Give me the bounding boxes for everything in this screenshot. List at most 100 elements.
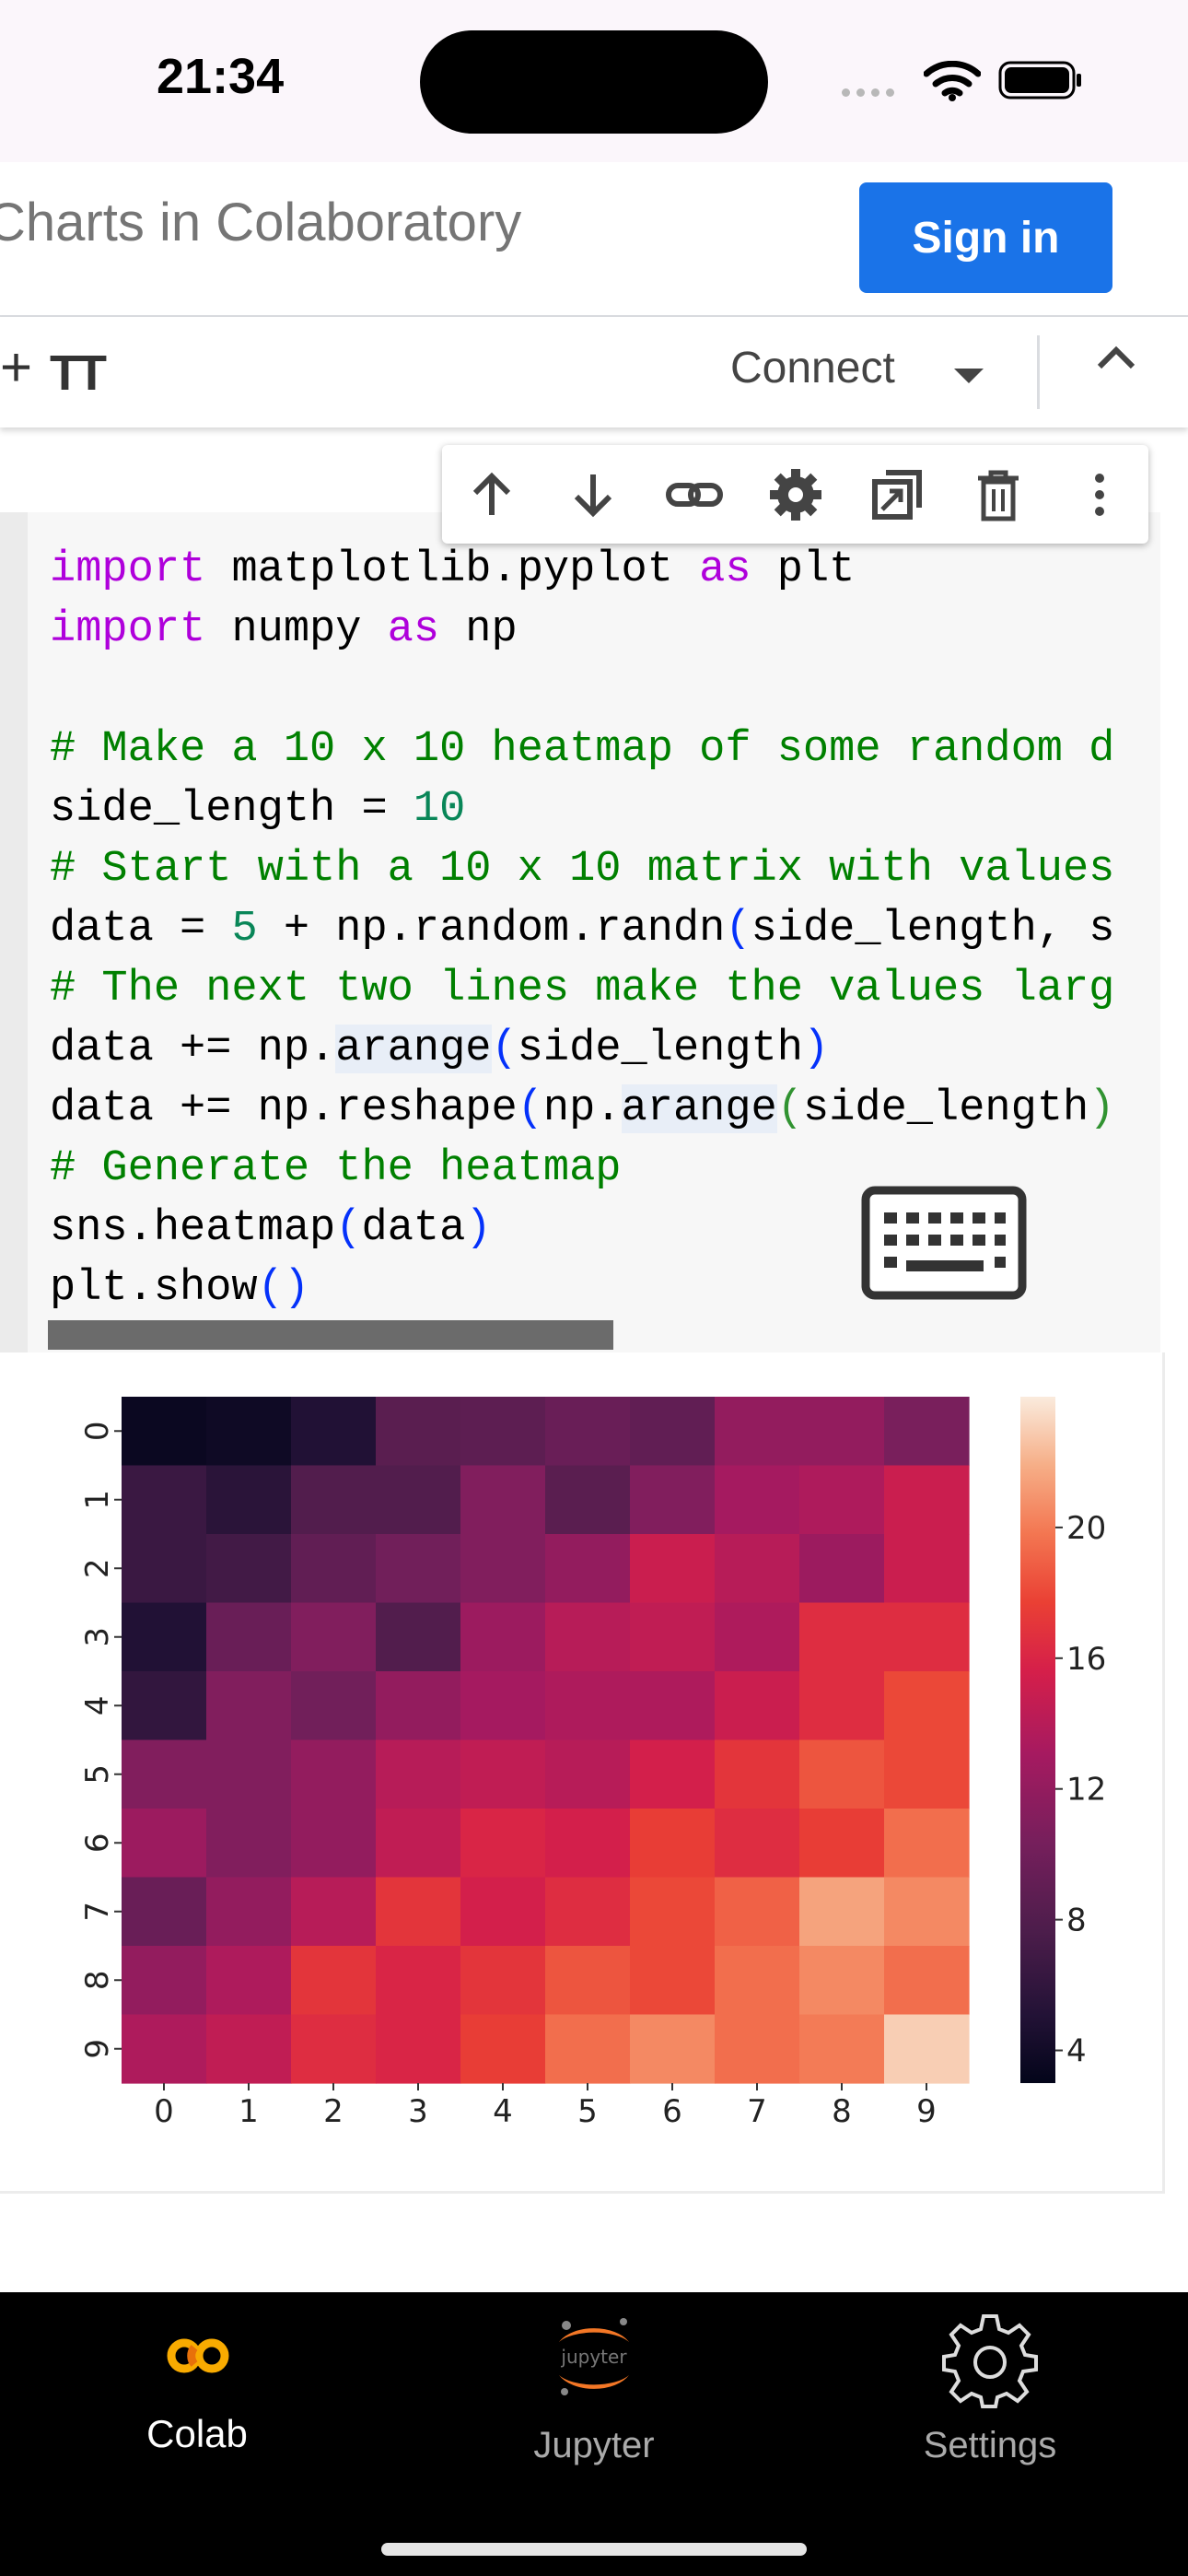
heatmap-cell <box>460 1534 546 1604</box>
keyboard-icon[interactable] <box>860 1185 1028 1301</box>
y-tick-label: 2 <box>79 1558 116 1578</box>
heatmap-cell <box>291 2014 377 2084</box>
heatmap-cell <box>799 1534 885 1604</box>
heatmap-cell <box>122 1946 207 2016</box>
sign-in-button[interactable]: Sign in <box>859 182 1112 293</box>
heatmap-cell <box>291 1671 377 1741</box>
chevron-up-icon[interactable] <box>1096 343 1136 370</box>
heatmap-cell <box>376 2014 461 2084</box>
move-down-icon[interactable] <box>564 465 623 524</box>
colorbar-tick-label: 16 <box>1066 1641 1106 1678</box>
code-line-7: data = 5 + np.random.randn(side_length, … <box>50 905 1115 954</box>
x-tick-label: 4 <box>493 2093 513 2130</box>
heatmap-cell <box>799 1877 885 1947</box>
heatmap-cell <box>545 1534 631 1604</box>
heatmap-cell <box>291 1602 377 1672</box>
heatmap-cell <box>884 1946 970 2016</box>
more-vert-icon[interactable] <box>1070 465 1129 524</box>
heatmap-cell <box>206 1602 292 1672</box>
heatmap-cell <box>545 2014 631 2084</box>
heatmap-cell <box>884 1877 970 1947</box>
heatmap-cell <box>545 1671 631 1741</box>
code-line-11: # Generate the heatmap <box>50 1144 622 1193</box>
heatmap-cell <box>545 1946 631 2016</box>
move-up-icon[interactable] <box>462 465 521 524</box>
heatmap-cell <box>630 1602 716 1672</box>
nav-label-colab: Colab <box>146 2412 248 2455</box>
heatmap-cell <box>122 1534 207 1604</box>
heatmap-cell <box>291 1946 377 2016</box>
heatmap-cell <box>122 1739 207 1809</box>
gear-icon[interactable] <box>766 465 825 524</box>
nav-item-settings[interactable]: Settings <box>852 2292 1128 2513</box>
heatmap-cell <box>799 1739 885 1809</box>
cell-toolbar <box>442 445 1148 544</box>
bottom-navigation: Colab jupyter Jupyter Settings <box>0 2292 1188 2576</box>
text-format-button[interactable]: TT <box>50 345 107 402</box>
heatmap-cell <box>460 1397 546 1467</box>
heatmap-cell <box>291 1739 377 1809</box>
nav-item-jupyter[interactable]: jupyter Jupyter <box>456 2292 732 2513</box>
cell-output: 0123456789 0123456789 20 16 12 8 4 <box>0 1352 1165 2194</box>
heatmap-cell <box>460 1809 546 1879</box>
heatmap-cell <box>715 1739 800 1809</box>
heatmap-cell <box>884 1809 970 1879</box>
x-tick-label: 1 <box>239 2093 259 2130</box>
heatmap-cell <box>291 1465 377 1535</box>
notebook-toolbar: + TT Connect <box>0 317 1188 427</box>
heatmap-cell <box>715 1877 800 1947</box>
code-line-5: side_length = 10 <box>50 785 466 834</box>
heatmap-cell <box>799 1465 885 1535</box>
connect-button[interactable]: Connect <box>730 343 895 393</box>
heatmap-cell <box>376 1877 461 1947</box>
horizontal-scrollbar[interactable] <box>48 1320 613 1350</box>
y-tick-label: 8 <box>79 1970 116 1990</box>
heatmap-cell <box>206 1671 292 1741</box>
heatmap-cell <box>376 1739 461 1809</box>
jupyter-logo-text: jupyter <box>560 2346 627 2368</box>
nav-item-colab[interactable]: Colab <box>59 2292 335 2513</box>
heatmap-cell <box>206 1534 292 1604</box>
heatmap-cell <box>376 1534 461 1604</box>
heatmap-chart: 0123456789 0123456789 20161284 <box>79 1397 1106 2130</box>
heatmap-cell <box>799 1946 885 2016</box>
y-tick-label: 9 <box>79 2039 116 2059</box>
heatmap-cell <box>376 1397 461 1467</box>
y-tick-label: 7 <box>79 1902 116 1922</box>
code-line-12: sns.heatmap(data) <box>50 1204 492 1253</box>
heatmap-cell <box>630 2014 716 2084</box>
heatmap-cell <box>460 1465 546 1535</box>
dynamic-island <box>420 30 768 134</box>
link-icon[interactable] <box>665 465 724 524</box>
heatmap-cell <box>715 1809 800 1879</box>
colorbar-tick-label: 8 <box>1066 1903 1087 1939</box>
battery-icon <box>998 61 1081 100</box>
heatmap-cell <box>545 1397 631 1467</box>
x-tick-label: 2 <box>323 2093 344 2130</box>
jupyter-logo-icon: jupyter <box>559 2318 629 2395</box>
add-cell-button[interactable]: + <box>0 335 32 399</box>
x-tick-label: 3 <box>408 2093 428 2130</box>
heatmap-cell <box>291 1534 377 1604</box>
code-line-4: # Make a 10 x 10 heatmap of some random … <box>50 725 1115 774</box>
heatmap-cell <box>376 1946 461 2016</box>
code-line-6: # Start with a 10 x 10 matrix with value… <box>50 845 1115 894</box>
x-tick-label: 8 <box>832 2093 852 2130</box>
notebook-title[interactable]: Charts in Colaboratory <box>0 192 521 253</box>
colorbar-tick-label: 4 <box>1066 2033 1087 2070</box>
heatmap-cell <box>884 1602 970 1672</box>
heatmap-cell <box>630 1671 716 1741</box>
y-tick-label: 6 <box>79 1832 116 1853</box>
home-indicator[interactable] <box>381 2543 807 2556</box>
colorbar-tick-label: 20 <box>1066 1510 1106 1547</box>
heatmap-cell <box>715 1602 800 1672</box>
colorbar-tick-label: 12 <box>1066 1772 1106 1809</box>
mirror-cell-icon[interactable] <box>868 465 926 524</box>
y-tick-label: 5 <box>79 1764 116 1785</box>
heatmap-cell <box>884 1739 970 1809</box>
cell-gutter <box>0 512 28 1352</box>
delete-icon[interactable] <box>969 465 1028 524</box>
heatmap-cell <box>206 1877 292 1947</box>
connect-dropdown-icon[interactable] <box>954 369 984 383</box>
heatmap-cell <box>460 1877 546 1947</box>
